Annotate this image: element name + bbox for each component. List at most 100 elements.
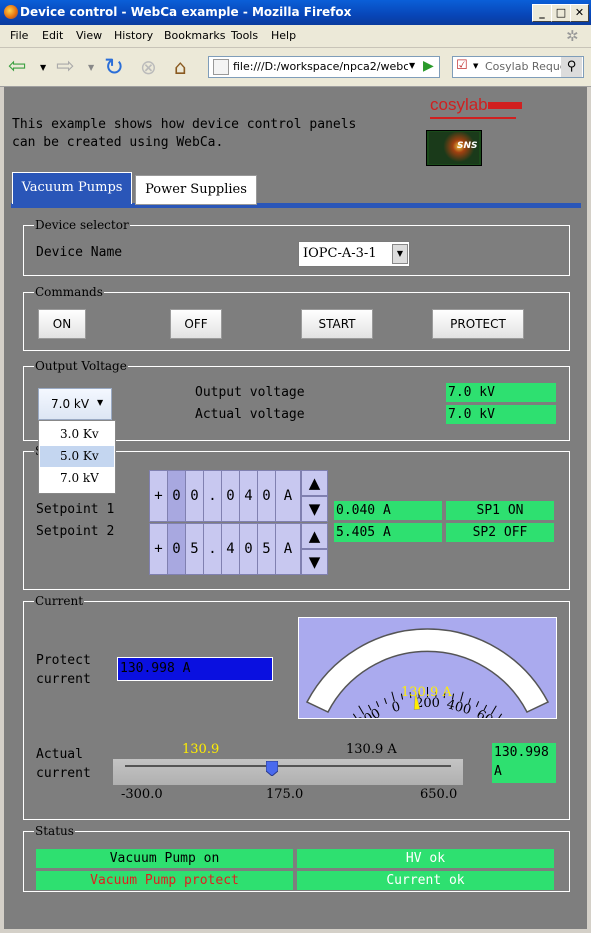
- protect-current-label-1: Protect: [36, 653, 91, 668]
- search-box[interactable]: ☑ ▼ Cosylab Reque ⚲: [452, 56, 584, 78]
- actual-current-label-1: Actual: [36, 747, 83, 762]
- home-icon[interactable]: ⌂: [174, 56, 187, 78]
- stop-icon[interactable]: ⊗: [140, 56, 157, 78]
- engine-dropdown-icon[interactable]: ▼: [473, 62, 478, 70]
- slider-value-label: 130.9: [182, 742, 220, 757]
- gauge-svg: -200 0 200 400 600: [305, 628, 550, 718]
- slider-thumb[interactable]: [265, 760, 279, 777]
- output-voltage-legend: Output Voltage: [35, 359, 127, 373]
- back-dropdown-icon[interactable]: ▼: [40, 63, 46, 72]
- device-name-select[interactable]: IOPC-A-3-1 ▼: [298, 241, 410, 267]
- sp1-down-arrow-icon[interactable]: ▼: [301, 496, 328, 522]
- gauge-tick: [475, 701, 480, 708]
- tab-vacuum-pumps[interactable]: Vacuum Pumps: [12, 172, 132, 204]
- menu-help[interactable]: Help: [271, 29, 296, 42]
- gauge-tick-label: 600: [473, 707, 502, 718]
- setpoint-2-spinner[interactable]: + 0 5 . 4 0 5 A ▲ ▼: [149, 523, 329, 575]
- close-button[interactable]: ✕: [570, 4, 589, 22]
- sp2-digit[interactable]: 0: [239, 523, 258, 575]
- sp1-digit[interactable]: 0: [185, 470, 204, 522]
- current-gauge: -200 0 200 400 600 130.9 A: [298, 617, 557, 719]
- reload-icon[interactable]: ↻: [104, 55, 124, 79]
- voltage-option[interactable]: 3.0 Kv: [40, 424, 114, 445]
- minimize-button[interactable]: _: [532, 4, 552, 22]
- sp1-up-arrow-icon[interactable]: ▲: [301, 470, 328, 496]
- actual-current-value: 130.998 A: [492, 743, 556, 783]
- commands-legend: Commands: [35, 285, 103, 299]
- menu-edit[interactable]: Edit: [42, 29, 63, 42]
- voltage-option[interactable]: 5.0 Kv: [40, 446, 114, 467]
- sp2-up-arrow-icon[interactable]: ▲: [301, 523, 328, 549]
- cosylab-logo: cosylab: [430, 95, 488, 114]
- sns-logo: SNS: [426, 130, 482, 166]
- sp2-digit[interactable]: 5: [185, 523, 204, 575]
- gauge-readout: 130.9 A: [401, 685, 452, 700]
- setpoint-2-status: SP2 OFF: [446, 523, 554, 542]
- protect-button[interactable]: PROTECT: [432, 309, 524, 339]
- current-slider[interactable]: [113, 759, 463, 785]
- setpoint-1-spinner[interactable]: + 0 0 . 0 4 0 A ▲ ▼: [149, 470, 329, 522]
- actual-current-label-2: current: [36, 766, 91, 781]
- search-engine-icon[interactable]: ☑: [456, 58, 468, 73]
- url-bar[interactable]: file:///D:/workspace/npca2/webca ▼ ▶: [208, 56, 440, 78]
- gauge-tick-label: -200: [351, 706, 384, 718]
- on-button[interactable]: ON: [38, 309, 86, 339]
- protect-current-input[interactable]: 130.998 A: [117, 657, 273, 681]
- forward-dropdown-icon[interactable]: ▼: [88, 63, 94, 72]
- off-button[interactable]: OFF: [170, 309, 222, 339]
- intro-line-2: can be created using WebCa.: [12, 135, 224, 150]
- sp1-digit: .: [203, 470, 222, 522]
- select-arrow-icon[interactable]: ▼: [392, 244, 408, 264]
- sp2-digit[interactable]: 5: [257, 523, 276, 575]
- search-input[interactable]: Cosylab Reque: [485, 60, 567, 73]
- voltage-dropdown-menu: 3.0 Kv 5.0 Kv 7.0 kV: [38, 420, 116, 494]
- maximize-button[interactable]: □: [551, 4, 571, 22]
- protect-current-label-2: current: [36, 672, 91, 687]
- tab-power-supplies[interactable]: Power Supplies: [135, 175, 257, 205]
- sp1-digit[interactable]: 0: [221, 470, 240, 522]
- device-name-label: Device Name: [36, 245, 123, 260]
- slider-mid-label: 175.0: [266, 787, 304, 802]
- sp1-unit: A: [275, 470, 301, 522]
- slider-readout: 130.9 A: [346, 742, 397, 757]
- slider-track: [125, 765, 451, 767]
- menu-view[interactable]: View: [76, 29, 102, 42]
- status-vacuum-pump-on: Vacuum Pump on: [36, 849, 293, 868]
- menu-history[interactable]: History: [114, 29, 153, 42]
- setpoint-1-label: Setpoint 1: [36, 502, 115, 517]
- gauge-tick: [384, 698, 387, 705]
- sp2-down-arrow-icon[interactable]: ▼: [301, 549, 328, 575]
- back-arrow-icon[interactable]: ⇦: [8, 56, 26, 78]
- chevron-down-icon: ▼: [97, 398, 104, 407]
- sp2-digit[interactable]: +: [149, 523, 168, 575]
- sp1-digit[interactable]: 0: [167, 470, 186, 522]
- cosylab-logo-bar: [488, 102, 522, 109]
- go-icon[interactable]: ▶: [423, 58, 434, 74]
- menu-tools[interactable]: Tools: [231, 29, 258, 42]
- menu-file[interactable]: File: [10, 29, 28, 42]
- gauge-tick-label: 0: [390, 699, 402, 716]
- voltage-option[interactable]: 7.0 kV: [40, 468, 114, 489]
- sp2-digit[interactable]: 0: [167, 523, 186, 575]
- menu-bookmarks[interactable]: Bookmarks: [164, 29, 225, 42]
- sp2-digit: .: [203, 523, 222, 575]
- setpoint-1-value: 0.040 A: [334, 501, 442, 520]
- window-title: Device control - WebCa example - Mozilla…: [20, 5, 352, 19]
- menu-bar: File Edit View History Bookmarks Tools H…: [0, 25, 591, 48]
- sp1-digit[interactable]: +: [149, 470, 168, 522]
- page-content: This example shows how device control pa…: [4, 87, 587, 929]
- forward-arrow-icon[interactable]: ⇨: [56, 56, 74, 78]
- status-legend: Status: [35, 824, 74, 838]
- status-current-ok: Current ok: [297, 871, 554, 890]
- sp1-digit[interactable]: 0: [257, 470, 276, 522]
- start-button[interactable]: START: [301, 309, 373, 339]
- window-title-bar: Device control - WebCa example - Mozilla…: [0, 0, 591, 25]
- sp1-digit[interactable]: 4: [239, 470, 258, 522]
- slider-max-label: 650.0: [420, 787, 458, 802]
- firefox-icon: [4, 5, 18, 19]
- sp2-digit[interactable]: 4: [221, 523, 240, 575]
- actual-voltage-value: 7.0 kV: [446, 405, 556, 424]
- url-dropdown-icon[interactable]: ▼: [409, 61, 415, 70]
- search-icon[interactable]: ⚲: [561, 57, 582, 77]
- voltage-select[interactable]: 7.0 kV ▼: [38, 388, 112, 420]
